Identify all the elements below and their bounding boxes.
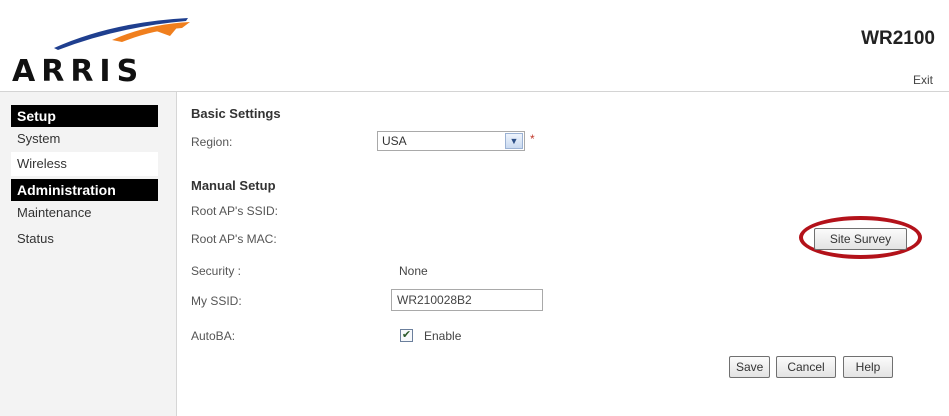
sidebar-item-status[interactable]: Status [11,227,158,251]
sidebar-item-system[interactable]: System [11,127,158,151]
my-ssid-label: My SSID: [191,294,242,308]
brand-name: ARRIS [12,54,145,89]
help-button[interactable]: Help [843,356,893,378]
wireless-settings-panel: Basic Settings Region: USA ▼ * Manual Se… [177,92,949,416]
manual-setup-title: Manual Setup [191,178,276,193]
region-label: Region: [191,135,233,149]
sidebar-item-wireless[interactable]: Wireless [11,152,158,176]
arris-logo-icon [54,18,190,50]
site-survey-button[interactable]: Site Survey [814,228,907,250]
exit-link[interactable]: Exit [913,73,933,87]
basic-settings-title: Basic Settings [191,106,281,121]
autoba-enable-label: Enable [424,329,462,343]
required-mark: * [530,132,535,146]
chevron-down-icon[interactable]: ▼ [505,133,523,149]
region-value: USA [382,134,407,148]
my-ssid-input[interactable]: WR210028B2 [391,289,543,311]
sidebar-item-maintenance[interactable]: Maintenance [11,201,158,225]
region-select[interactable]: USA ▼ [377,131,525,151]
nav-section-administration: Administration [11,179,158,201]
autoba-checkbox[interactable]: ✔ [400,329,413,342]
cancel-button[interactable]: Cancel [776,356,836,378]
security-label: Security : [191,264,242,278]
brand-logo: ARRIS [12,14,192,89]
save-button[interactable]: Save [729,356,770,378]
header: ARRIS WR2100 Exit [0,0,949,92]
root-ap-ssid-label: Root AP's SSID: [191,204,278,218]
security-value: None [399,264,428,278]
model-name: WR2100 [861,28,935,49]
nav-section-setup: Setup [11,105,158,127]
root-ap-mac-label: Root AP's MAC: [191,232,277,246]
autoba-label: AutoBA: [191,329,236,343]
checkmark-icon: ✔ [401,329,412,341]
sidebar-nav: Setup System Wireless Administration Mai… [0,92,177,416]
